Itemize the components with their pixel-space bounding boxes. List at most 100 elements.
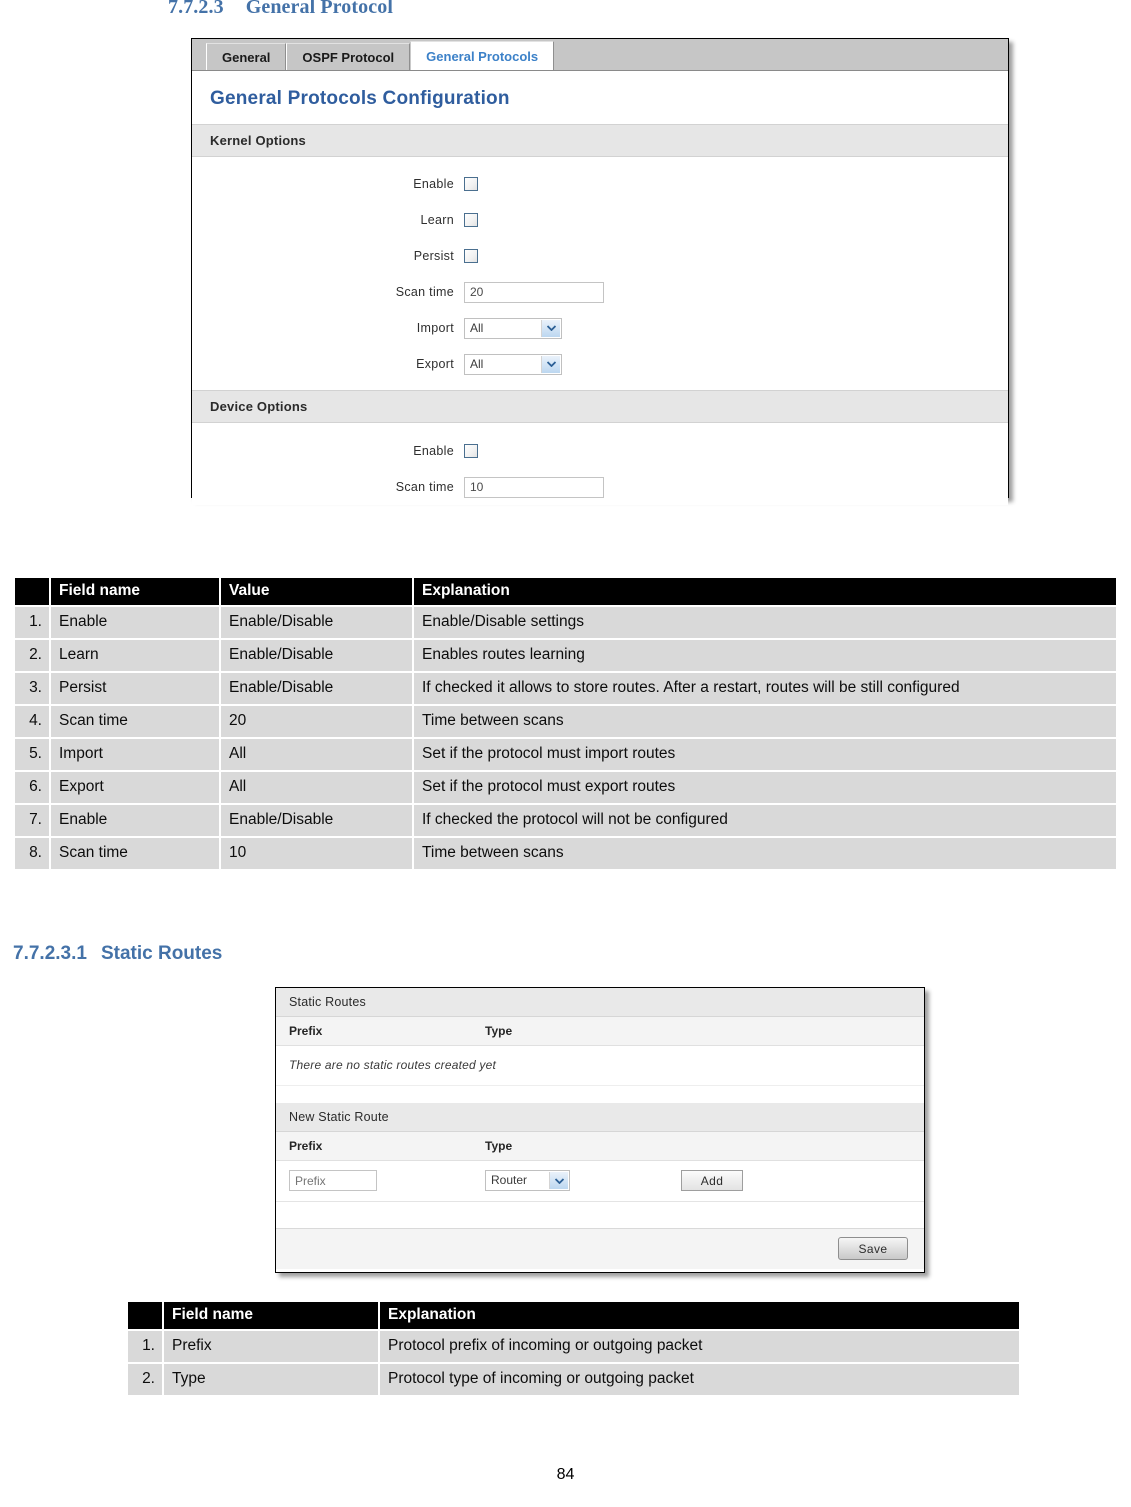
kernel-persist-row: Persist bbox=[192, 238, 1008, 274]
device-enable-label: Enable bbox=[413, 444, 454, 458]
save-button[interactable]: Save bbox=[838, 1237, 908, 1260]
table1-header-explanation: Explanation bbox=[414, 578, 1116, 605]
table1-header-value: Value bbox=[221, 578, 412, 605]
general-protocol-field-table: Field name Value Explanation 1. Enable E… bbox=[13, 576, 1118, 871]
chevron-down-icon bbox=[549, 1172, 568, 1189]
static-routes-col-prefix: Prefix bbox=[289, 1024, 323, 1038]
row-value: Enable/Disable bbox=[221, 640, 412, 671]
row-field-name: Import bbox=[51, 739, 219, 770]
tab-general[interactable]: General bbox=[206, 43, 287, 70]
kernel-enable-label: Enable bbox=[413, 177, 454, 191]
table-row: 2. Learn Enable/Disable Enables routes l… bbox=[15, 640, 1116, 671]
row-explanation: Enable/Disable settings bbox=[414, 607, 1116, 638]
kernel-persist-checkbox[interactable] bbox=[464, 249, 478, 263]
row-number: 2. bbox=[15, 640, 49, 671]
row-number: 3. bbox=[15, 673, 49, 704]
device-enable-row: Enable bbox=[192, 433, 1008, 469]
table-header-row: Field name Value Explanation bbox=[15, 578, 1116, 605]
row-field-name: Prefix bbox=[164, 1331, 378, 1362]
table-row: 4. Scan time 20 Time between scans bbox=[15, 706, 1116, 737]
table-header-row: Field name Explanation bbox=[128, 1302, 1019, 1329]
kernel-export-label: Export bbox=[416, 357, 454, 371]
row-value: All bbox=[221, 739, 412, 770]
kernel-import-label: Import bbox=[416, 321, 454, 335]
static-routes-empty-message: There are no static routes created yet bbox=[276, 1046, 924, 1086]
table-row: 1. Prefix Protocol prefix of incoming or… bbox=[128, 1331, 1019, 1362]
kernel-scan-time-input[interactable]: 20 bbox=[464, 281, 604, 303]
table-row: 5. Import All Set if the protocol must i… bbox=[15, 739, 1116, 770]
kernel-learn-row: Learn bbox=[192, 202, 1008, 238]
new-static-route-col-type: Type bbox=[485, 1139, 513, 1153]
row-field-name: Export bbox=[51, 772, 219, 803]
device-enable-checkbox[interactable] bbox=[464, 444, 478, 458]
kernel-export-row: Export All bbox=[192, 346, 1008, 382]
row-number: 1. bbox=[128, 1331, 162, 1362]
row-number: 2. bbox=[128, 1364, 162, 1395]
table-row: 2. Type Protocol type of incoming or out… bbox=[128, 1364, 1019, 1395]
static-routes-footer: Save bbox=[276, 1228, 924, 1269]
new-static-route-col-prefix: Prefix bbox=[289, 1139, 323, 1153]
table-row: 6. Export All Set if the protocol must e… bbox=[15, 772, 1116, 803]
prefix-input[interactable] bbox=[289, 1170, 377, 1191]
page-title-section-7-7-2-3: 7.7.2.3 General Protocol bbox=[168, 0, 393, 19]
row-value: Enable/Disable bbox=[221, 673, 412, 704]
table2-header-num bbox=[128, 1302, 162, 1329]
device-scan-time-label: Scan time bbox=[395, 480, 454, 494]
static-routes-col-type: Type bbox=[485, 1024, 513, 1038]
table-row: 8. Scan time 10 Time between scans bbox=[15, 838, 1116, 869]
row-explanation: Time between scans bbox=[414, 706, 1116, 737]
static-routes-field-table: Field name Explanation 1. Prefix Protoco… bbox=[126, 1300, 1021, 1397]
new-static-route-section-header: New Static Route bbox=[276, 1103, 924, 1132]
row-field-name: Enable bbox=[51, 805, 219, 836]
device-scan-time-input[interactable]: 10 bbox=[464, 476, 604, 498]
static-routes-screenshot: Static Routes Prefix Type There are no s… bbox=[275, 987, 925, 1273]
section-title: Static Routes bbox=[100, 943, 223, 964]
row-explanation: Protocol type of incoming or outgoing pa… bbox=[380, 1364, 1019, 1395]
row-field-name: Enable bbox=[51, 607, 219, 638]
row-value: Enable/Disable bbox=[221, 607, 412, 638]
kernel-export-select[interactable]: All bbox=[464, 353, 562, 375]
add-button[interactable]: Add bbox=[681, 1170, 743, 1191]
row-value: 20 bbox=[221, 706, 412, 737]
tab-ospf-protocol[interactable]: OSPF Protocol bbox=[286, 43, 411, 70]
section-title: General Protocol bbox=[245, 0, 393, 18]
row-field-name: Type bbox=[164, 1364, 378, 1395]
form-bottom-spacer bbox=[276, 1202, 924, 1228]
kernel-options-section-header: Kernel Options bbox=[192, 124, 1008, 157]
row-field-name: Persist bbox=[51, 673, 219, 704]
type-select[interactable]: Router bbox=[485, 1170, 570, 1191]
row-field-name: Scan time bbox=[51, 838, 219, 869]
panel-title: General Protocols Configuration bbox=[210, 88, 510, 109]
new-static-route-form-row: Router Add bbox=[276, 1161, 924, 1202]
device-options-section-header: Device Options bbox=[192, 390, 1008, 423]
row-explanation: Protocol prefix of incoming or outgoing … bbox=[380, 1331, 1019, 1362]
row-explanation: Set if the protocol must export routes bbox=[414, 772, 1116, 803]
type-select-value: Router bbox=[491, 1173, 528, 1187]
table-row: 1. Enable Enable/Disable Enable/Disable … bbox=[15, 607, 1116, 638]
type-select-cell: Router bbox=[485, 1170, 681, 1191]
row-number: 4. bbox=[15, 706, 49, 737]
tab-general-protocols[interactable]: General Protocols bbox=[410, 41, 555, 70]
row-number: 8. bbox=[15, 838, 49, 869]
new-static-route-column-header: Prefix Type bbox=[276, 1132, 924, 1161]
chevron-down-icon bbox=[541, 319, 560, 337]
table2-header-explanation: Explanation bbox=[380, 1302, 1019, 1329]
static-routes-section-header: Static Routes bbox=[276, 988, 924, 1017]
kernel-import-row: Import All bbox=[192, 310, 1008, 346]
row-explanation: Set if the protocol must import routes bbox=[414, 739, 1116, 770]
kernel-learn-checkbox[interactable] bbox=[464, 213, 478, 227]
table2-header-field-name: Field name bbox=[164, 1302, 378, 1329]
row-explanation: Enables routes learning bbox=[414, 640, 1116, 671]
kernel-enable-checkbox[interactable] bbox=[464, 177, 478, 191]
device-scan-time-row: Scan time 10 bbox=[192, 469, 1008, 505]
row-field-name: Scan time bbox=[51, 706, 219, 737]
kernel-import-select[interactable]: All bbox=[464, 317, 562, 339]
kernel-scan-time-label: Scan time bbox=[395, 285, 454, 299]
section-number: 7.7.2.3 bbox=[168, 0, 224, 18]
row-explanation: If checked it allows to store routes. Af… bbox=[414, 673, 1116, 704]
table-row: 3. Persist Enable/Disable If checked it … bbox=[15, 673, 1116, 704]
static-routes-column-header: Prefix Type bbox=[276, 1017, 924, 1046]
chevron-down-icon bbox=[541, 355, 560, 373]
row-number: 1. bbox=[15, 607, 49, 638]
table1-header-num bbox=[15, 578, 49, 605]
